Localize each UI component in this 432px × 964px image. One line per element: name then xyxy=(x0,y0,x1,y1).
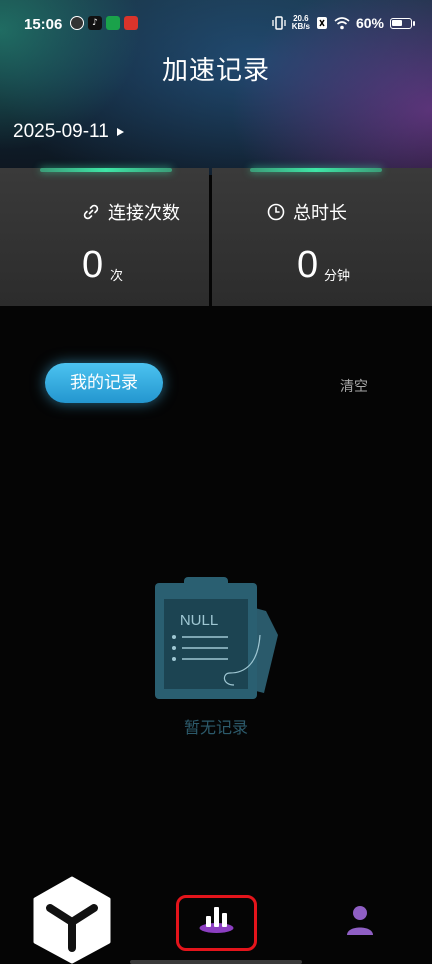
null-label: NULL xyxy=(180,612,218,629)
network-speed: 20.6 KB/s xyxy=(291,14,310,31)
bar-chart-icon xyxy=(199,907,234,933)
empty-clipboard-icon: NULL xyxy=(155,577,278,699)
notification-icons: ♪ xyxy=(70,16,138,30)
notification-app-icon xyxy=(70,16,84,30)
connections-unit: 次 xyxy=(110,269,124,284)
wifi-icon xyxy=(334,16,350,29)
battery-percent: 60% xyxy=(355,15,384,31)
my-records-tab[interactable]: 我的记录 xyxy=(45,363,163,403)
card-accent-bar xyxy=(250,168,382,172)
duration-value: 0 xyxy=(297,244,319,286)
link-icon xyxy=(83,204,99,220)
card-accent-bar xyxy=(40,168,172,172)
empty-message: 暂无记录 xyxy=(183,718,248,737)
connections-label: 连接次数 xyxy=(108,203,180,224)
home-indicator[interactable] xyxy=(130,960,302,964)
status-bar: 15:06 ♪ 20.6 KB/s 60% xyxy=(0,0,432,50)
play-arrow-icon xyxy=(116,128,124,136)
status-time: 15:06 xyxy=(24,16,63,33)
connections-value: 0 xyxy=(82,244,104,286)
connections-card: 连接次数 xyxy=(0,168,209,306)
duration-card: 总时长 xyxy=(212,168,432,306)
vibrate-icon xyxy=(272,16,286,30)
app-logo-icon[interactable] xyxy=(32,876,112,964)
sim-icon xyxy=(316,17,327,29)
duration-label: 总时长 xyxy=(293,203,347,224)
connections-label-group: 连接次数 xyxy=(82,199,180,225)
clear-button[interactable]: 清空 xyxy=(340,376,368,396)
tiktok-icon: ♪ xyxy=(88,16,102,30)
app-icon xyxy=(106,16,120,30)
nav-records-tab[interactable] xyxy=(176,895,257,951)
battery-fill xyxy=(392,19,403,26)
duration-unit: 分钟 xyxy=(324,269,351,284)
app-icon xyxy=(124,16,138,30)
nav-profile-icon[interactable] xyxy=(346,904,374,936)
date-text: 2025-09-11 xyxy=(13,121,109,142)
duration-label-group: 总时长 xyxy=(267,199,347,225)
battery-icon xyxy=(390,17,415,29)
date-selector[interactable]: 2025-09-11 xyxy=(13,121,124,143)
status-right: 20.6 KB/s 60% xyxy=(272,14,415,31)
page-title: 加速记录 xyxy=(161,56,270,86)
clock-icon xyxy=(267,203,285,221)
